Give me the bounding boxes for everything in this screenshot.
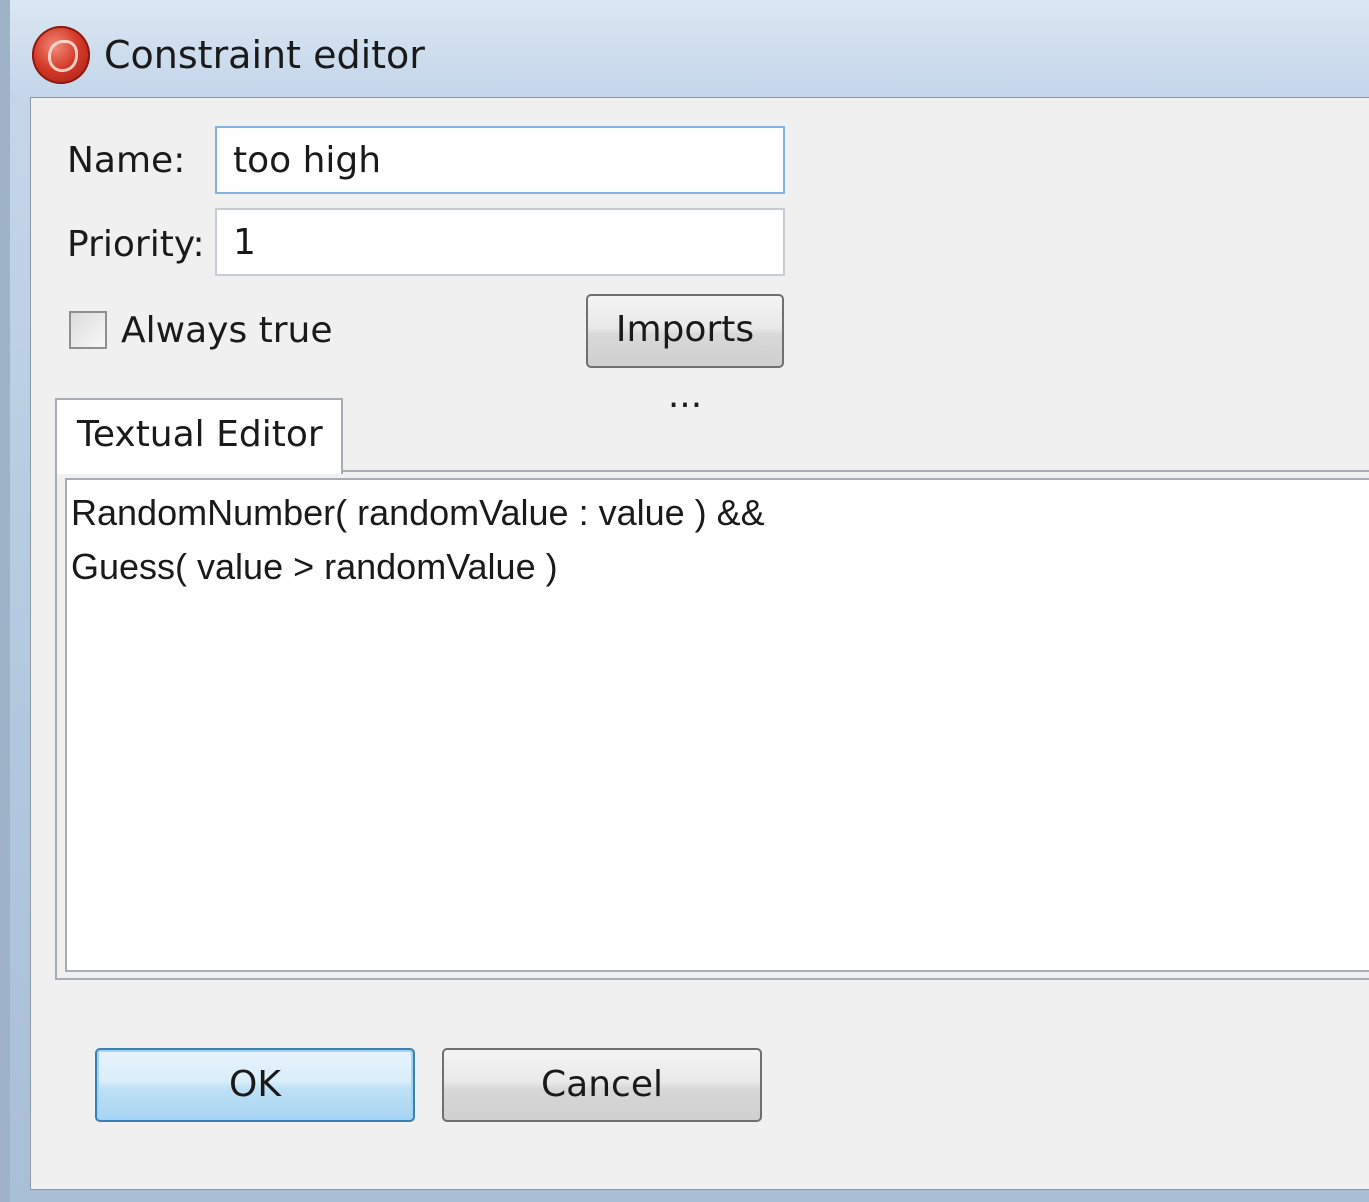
priority-input[interactable] xyxy=(215,208,785,276)
priority-label: Priority: xyxy=(67,224,205,265)
title-bar[interactable]: Constraint editor xyxy=(10,0,1369,96)
editor-tab-folder: Textual Editor RandomNumber( randomValue… xyxy=(55,398,1369,980)
tab-textual-editor[interactable]: Textual Editor xyxy=(55,398,343,474)
always-true-checkbox[interactable] xyxy=(69,311,107,349)
name-label: Name: xyxy=(67,140,186,181)
dialog-content: Name: Priority: Always true Imports ... … xyxy=(30,97,1369,1190)
imports-button[interactable]: Imports ... xyxy=(586,294,784,416)
ok-button[interactable]: OK xyxy=(95,1048,415,1122)
constraint-editor-window: Constraint editor Name: Priority: Always… xyxy=(0,0,1369,1202)
window-title: Constraint editor xyxy=(104,33,425,77)
tab-body: RandomNumber( randomValue : value ) && G… xyxy=(55,470,1369,980)
code-line: Guess( value > randomValue ) xyxy=(71,546,558,587)
constraint-text-editor[interactable]: RandomNumber( randomValue : value ) && G… xyxy=(65,478,1369,972)
code-line: RandomNumber( randomValue : value ) && xyxy=(71,492,765,533)
name-input[interactable] xyxy=(215,126,785,194)
app-logo-icon xyxy=(32,26,90,84)
always-true-label: Always true xyxy=(121,310,333,351)
cancel-button[interactable]: Cancel xyxy=(442,1048,762,1122)
